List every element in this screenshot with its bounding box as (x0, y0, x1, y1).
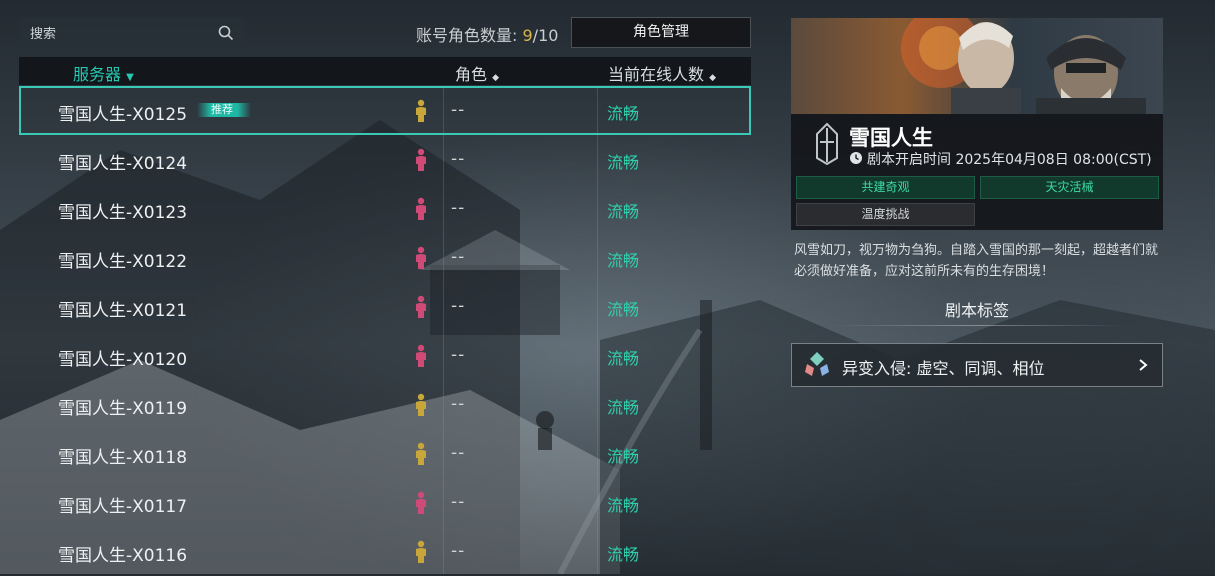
scenario-tag[interactable]: 天灾活械 (980, 176, 1159, 199)
scenario-start-value: 2025年04月08日 08:00(CST) (955, 152, 1152, 168)
character-figure-icon (416, 491, 426, 514)
scenario-start-time: 剧本开启时间 2025年04月08日 08:00(CST) (849, 149, 1152, 169)
server-name: 雪国人生-X0122 (58, 252, 188, 272)
scenario-start-label: 剧本开启时间 (867, 152, 951, 168)
column-server[interactable]: 服务器 ▼ (73, 61, 134, 85)
role-value: -- (451, 149, 466, 169)
role-value: -- (451, 100, 466, 120)
recommended-badge: 推荐 (197, 103, 251, 117)
column-server-label: 服务器 (73, 65, 122, 84)
server-row[interactable]: 雪国人生-X0122 -- 流畅 (19, 233, 751, 282)
column-role-label: 角色 (455, 65, 488, 84)
server-name: 雪国人生-X0119 (58, 399, 188, 419)
mutation-affix-label: 异变入侵: 虚空、同调、相位 (842, 359, 1045, 378)
server-name: 雪国人生-X0124 (58, 154, 188, 174)
role-value: -- (451, 296, 466, 316)
character-figure-icon (416, 148, 426, 171)
column-online-label: 当前在线人数 (608, 65, 705, 84)
server-table-header: 服务器 ▼ 角色 ◆ 当前在线人数 ◆ (19, 57, 751, 85)
server-row[interactable]: 雪国人生-X0124 -- 流畅 (19, 135, 751, 184)
character-figure-icon (416, 246, 426, 269)
server-name: 雪国人生-X0121 (58, 301, 188, 321)
server-status: 流畅 (607, 251, 640, 270)
account-role-count-current: 9 (522, 26, 533, 45)
server-row[interactable]: 雪国人生-X0116 -- 流畅 (19, 527, 751, 576)
character-figure-icon (416, 99, 426, 122)
sort-icon: ◆ (709, 73, 717, 83)
character-figure-icon (416, 197, 426, 220)
scenario-tags-heading: 剧本标签 (944, 301, 1009, 320)
server-status: 流畅 (607, 496, 640, 515)
server-status: 流畅 (607, 447, 640, 466)
scenario-title: 雪国人生 (849, 126, 933, 150)
character-figure-icon (416, 393, 426, 416)
search-input[interactable] (20, 18, 222, 50)
character-figure-icon (416, 442, 426, 465)
server-name: 雪国人生-X0120 (58, 350, 188, 370)
server-name: 雪国人生-X0116 (58, 546, 188, 566)
character-figure-icon (416, 540, 426, 563)
server-row[interactable]: 雪国人生-X0118 -- 流畅 (19, 429, 751, 478)
server-status: 流畅 (607, 202, 640, 221)
character-figure-icon (416, 344, 426, 367)
account-role-count-label: 账号角色数量: (416, 26, 523, 45)
account-role-count-max: 10 (538, 26, 559, 45)
server-name: 雪国人生-X0123 (58, 203, 188, 223)
divider (831, 325, 1123, 326)
role-management-button[interactable]: 角色管理 (571, 17, 751, 48)
server-row[interactable]: 雪国人生-X0119 -- 流畅 (19, 380, 751, 429)
server-row[interactable]: 雪国人生-X0120 -- 流畅 (19, 331, 751, 380)
search-icon[interactable] (217, 24, 235, 42)
server-status: 流畅 (607, 104, 640, 123)
search-box[interactable] (20, 18, 245, 50)
server-status: 流畅 (607, 300, 640, 319)
scenario-emblem-icon (816, 122, 838, 166)
role-value: -- (451, 247, 466, 267)
scenario-banner: 雪国人生 剧本开启时间 2025年04月08日 08:00(CST) 共建奇观 … (791, 18, 1163, 230)
server-name: 雪国人生-X0118 (58, 448, 188, 468)
chevron-right-icon (1139, 359, 1148, 371)
column-online[interactable]: 当前在线人数 ◆ (608, 61, 716, 85)
character-figure-icon (416, 295, 426, 318)
server-name: 雪国人生-X0117 (58, 497, 188, 517)
scenario-key-art (791, 18, 1163, 114)
server-status: 流畅 (607, 398, 640, 417)
role-value: -- (451, 198, 466, 218)
account-role-count: 账号角色数量: 9/10 (416, 22, 558, 46)
server-row[interactable]: 雪国人生-X0123 -- 流畅 (19, 184, 751, 233)
server-status: 流畅 (607, 545, 640, 564)
scenario-tag[interactable]: 共建奇观 (796, 176, 975, 199)
role-value: -- (451, 345, 466, 365)
role-value: -- (451, 492, 466, 512)
server-name: 雪国人生-X0125 (58, 105, 188, 125)
mutation-icon (805, 352, 829, 376)
column-role[interactable]: 角色 ◆ (455, 61, 499, 85)
server-status: 流畅 (607, 153, 640, 172)
server-row[interactable]: 雪国人生-X0117 -- 流畅 (19, 478, 751, 527)
server-row[interactable]: 雪国人生-X0125 推荐 -- 流畅 (19, 86, 751, 135)
role-value: -- (451, 443, 466, 463)
server-status: 流畅 (607, 349, 640, 368)
sort-desc-icon: ▼ (126, 72, 134, 83)
mutation-affix-button[interactable]: 异变入侵: 虚空、同调、相位 (791, 343, 1163, 387)
sort-icon: ◆ (492, 73, 500, 83)
scenario-tag[interactable]: 温度挑战 (796, 203, 975, 226)
scenario-description: 风雪如刀，视万物为刍狗。自踏入雪国的那一刻起，超越者们就必须做好准备，应对这前所… (794, 243, 1159, 279)
role-value: -- (451, 394, 466, 414)
role-value: -- (451, 541, 466, 561)
server-list: 雪国人生-X0125 推荐 -- 流畅 雪国人生-X0124 -- 流畅 雪国人生-X0123… (19, 86, 751, 576)
server-row[interactable]: 雪国人生-X0121 -- 流畅 (19, 282, 751, 331)
